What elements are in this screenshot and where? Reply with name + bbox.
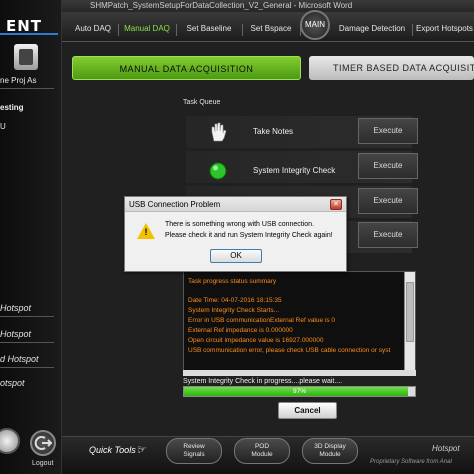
scrollbar-thumb[interactable]: [406, 282, 414, 342]
task-queue-label: Task Queue: [183, 99, 221, 106]
button-line: Module: [251, 451, 273, 458]
execute-button[interactable]: Execute: [358, 222, 418, 248]
sidebar-item-hotspot-2[interactable]: Hotspot: [0, 329, 31, 339]
log-scrollbar[interactable]: [404, 272, 415, 370]
disc-icon[interactable]: [0, 428, 20, 454]
progress-label: System Integrity Check in progress....pl…: [183, 378, 343, 385]
left-sidebar: ENT ne Proj As esting U Hotspot Hotspot …: [0, 0, 62, 474]
quick-tools-label: Quick Tools :: [89, 445, 141, 455]
sidebar-divider: [0, 367, 54, 368]
save-project-label[interactable]: ne Proj As: [0, 76, 36, 85]
sidebar-divider: [0, 316, 54, 317]
app-logo: ENT: [6, 17, 43, 35]
sidebar-item-testing[interactable]: esting: [0, 103, 24, 112]
cancel-button[interactable]: Cancel: [278, 402, 337, 419]
execute-button[interactable]: Execute: [358, 118, 418, 144]
green-status-icon: [208, 161, 228, 181]
tab-set-bspace[interactable]: Set Bspace: [244, 22, 298, 36]
sidebar-item-u[interactable]: U: [0, 122, 6, 131]
hand-icon: [208, 121, 228, 142]
tab-separator: [118, 24, 119, 36]
button-line: Module: [319, 451, 341, 458]
logout-label[interactable]: Logout: [32, 460, 53, 467]
sidebar-item-hotspot-3[interactable]: d Hotspot: [0, 354, 39, 364]
button-line: Review: [183, 443, 205, 450]
execute-button[interactable]: Execute: [358, 153, 418, 179]
task-log[interactable]: Task progress status summary Date Time: …: [183, 271, 416, 371]
log-line: Task progress status summary: [188, 278, 277, 285]
tab-separator: [176, 24, 177, 36]
button-line: Signals: [183, 451, 205, 458]
manual-daq-button[interactable]: Manual Data Acquisition: [72, 56, 301, 80]
sidebar-divider: [0, 342, 54, 343]
dialog-title: USB Connection Problem: [125, 197, 346, 212]
pointer-hand-icon: ☞: [137, 444, 147, 456]
tab-separator: [412, 24, 413, 36]
log-line: System Integrity Check Starts...: [188, 307, 280, 314]
warning-mark: !: [144, 227, 148, 237]
sidebar-item-hotspot-1[interactable]: Hotspot: [0, 303, 31, 313]
logo-underline: [0, 33, 58, 35]
pod-module-button[interactable]: POD Module: [234, 438, 290, 464]
tab-manual-daq[interactable]: Manual DAQ: [120, 22, 174, 36]
execute-button[interactable]: Execute: [358, 188, 418, 214]
3d-display-module-button[interactable]: 3D Display Module: [302, 438, 358, 464]
review-signals-button[interactable]: Review Signals: [166, 438, 222, 464]
save-project-icon[interactable]: [14, 44, 38, 70]
log-line: Date Time: 04-07-2016 18:15:35: [188, 297, 282, 304]
log-horizontal-scrollbar[interactable]: [183, 370, 416, 376]
tab-export-hotspots[interactable]: Export Hotspots: [416, 22, 474, 36]
tab-separator: [242, 24, 243, 36]
progress-text: 97%: [292, 388, 306, 395]
dialog-message-line: Please check it and run System Integrity…: [165, 232, 333, 239]
log-line: External Ref impedance is 0.000000: [188, 327, 293, 334]
usb-error-dialog: USB Connection Problem ✕ ! There is some…: [124, 196, 347, 272]
sidebar-item-hotspot-4[interactable]: otspot: [0, 378, 25, 388]
logout-icon[interactable]: [30, 430, 56, 456]
close-icon[interactable]: ✕: [330, 199, 342, 210]
brand-name: Hotspot: [432, 444, 460, 453]
dialog-message-line: There is something wrong with USB connec…: [165, 221, 315, 228]
log-line: USB communication error, please check US…: [188, 347, 391, 354]
tab-set-baseline[interactable]: Set Baseline: [178, 22, 240, 36]
brand-tagline: Proprietary Software from Anal: [370, 459, 452, 465]
tab-bar: Auto DAQ Manual DAQ Set Baseline Set Bsp…: [62, 10, 474, 42]
sidebar-divider: [0, 88, 54, 89]
button-line: POD: [254, 443, 270, 450]
timer-daq-button[interactable]: Timer Based Data Acquisition: [309, 56, 474, 80]
progress-bar: 97%: [183, 386, 416, 397]
tab-auto-daq[interactable]: Auto DAQ: [70, 22, 116, 36]
button-line: 3D Display: [314, 443, 346, 450]
log-line: Open circuit impedance value is 16927.00…: [188, 337, 324, 344]
window-title: SHMPatch_SystemSetupForDataCollection_V2…: [62, 0, 474, 12]
app-window: ENT ne Proj As esting U Hotspot Hotspot …: [0, 0, 474, 474]
main-button[interactable]: MAIN: [300, 10, 330, 40]
tab-damage-detection[interactable]: Damage Detection: [334, 22, 410, 36]
task-label: Take Notes: [253, 127, 294, 136]
log-line: Error in USB communicationExternal Ref v…: [188, 317, 336, 324]
task-label: System Integrity Check: [253, 166, 336, 175]
ok-button[interactable]: OK: [210, 249, 262, 263]
